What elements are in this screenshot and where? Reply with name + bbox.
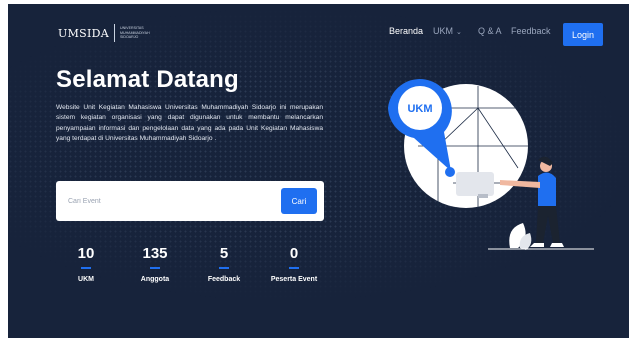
stat-ukm: 10 UKM (56, 245, 116, 285)
leaf-icon (509, 223, 532, 250)
stat-value: 0 (289, 245, 299, 262)
stat-label: UKM (78, 276, 94, 283)
nav-item-ukm-label: UKM (433, 26, 453, 36)
stat-accent-bar (289, 267, 299, 269)
stat-accent-bar (81, 267, 91, 269)
stat-value: 5 (219, 245, 229, 262)
search-box: Cari (56, 181, 324, 221)
nav-item-ukm[interactable]: UKM ⌄ (433, 26, 462, 36)
stat-anggota: 135 Anggota (125, 245, 185, 285)
nav-item-beranda[interactable]: Beranda (389, 26, 423, 36)
login-button[interactable]: Login (563, 23, 603, 46)
stat-peserta-event: 0 Peserta Event (264, 245, 324, 285)
stat-accent-bar (219, 267, 229, 269)
chevron-down-icon: ⌄ (456, 29, 462, 36)
search-button[interactable]: Cari (281, 188, 317, 214)
stat-value: 10 (77, 245, 95, 262)
stat-value: 135 (142, 245, 168, 262)
hero-title: Selamat Datang (56, 66, 239, 93)
nav-item-qa[interactable]: Q & A (478, 26, 502, 36)
nav-links: Beranda UKM ⌄ Q & A Feedback Login (8, 4, 629, 62)
ukm-badge-text: UKM (407, 103, 432, 115)
stat-feedback: 5 Feedback (194, 245, 254, 285)
hero-illustration: UKM (388, 78, 594, 250)
landing-page: UMSIDA UNIVERSITAS MUHAMMADIYAH SIDOARJO… (8, 4, 629, 338)
hero-description: Website Unit Kegiatan Mahasiswa Universi… (56, 104, 323, 143)
stat-label: Anggota (140, 276, 170, 283)
stat-label: Feedback (207, 276, 241, 283)
navbar: UMSIDA UNIVERSITAS MUHAMMADIYAH SIDOARJO… (8, 4, 629, 62)
nav-item-feedback[interactable]: Feedback (511, 26, 551, 36)
search-input[interactable] (68, 191, 258, 211)
stat-accent-bar (150, 267, 160, 269)
stat-label: Peserta Event (270, 276, 318, 283)
